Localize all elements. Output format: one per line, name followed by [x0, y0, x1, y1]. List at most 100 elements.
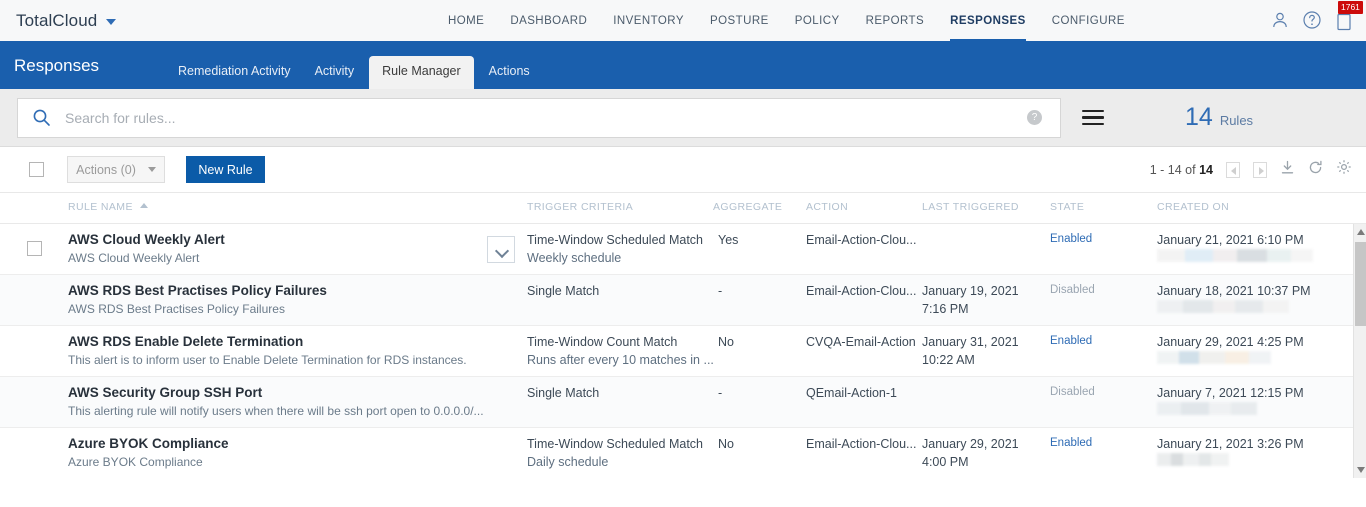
- pagination-text: 1 - 14 of 14: [1150, 163, 1213, 177]
- download-icon[interactable]: [1280, 160, 1295, 180]
- column-label-rule-name: RULE NAME: [68, 201, 133, 213]
- trigger-criteria: Time-Window Scheduled Match: [527, 233, 703, 247]
- scroll-up-icon[interactable]: [1357, 229, 1365, 235]
- table-row[interactable]: AWS RDS Best Practises Policy Failures A…: [0, 275, 1366, 326]
- sort-ascending-icon: [139, 203, 148, 208]
- rule-description: This alert is to inform user to Enable D…: [68, 353, 467, 367]
- settings-gear-icon[interactable]: [1336, 159, 1352, 180]
- brand-menu[interactable]: TotalCloud: [0, 10, 117, 31]
- search-help-icon[interactable]: ?: [1027, 110, 1042, 125]
- notifications-icon[interactable]: 1761: [1334, 0, 1363, 32]
- rule-name[interactable]: AWS RDS Best Practises Policy Failures: [68, 283, 327, 298]
- pagination-total: 14: [1199, 162, 1213, 177]
- rule-name[interactable]: AWS RDS Enable Delete Termination: [68, 334, 303, 349]
- trigger-criteria-sub: Runs after every 10 matches in ...: [527, 353, 714, 367]
- redacted-text: [1157, 453, 1229, 466]
- created-on-value: January 21, 2021 3:26 PM: [1157, 437, 1304, 451]
- tab-remediation-activity[interactable]: Remediation Activity: [166, 64, 303, 89]
- aggregate-value: Yes: [718, 233, 739, 247]
- nav-item-inventory[interactable]: INVENTORY: [613, 0, 684, 43]
- page-subheader: Responses Remediation Activity Activity …: [0, 44, 1366, 89]
- table-body: AWS Cloud Weekly Alert AWS Cloud Weekly …: [0, 223, 1366, 478]
- rule-count-label: Rules: [1219, 113, 1254, 128]
- chevron-down-icon[interactable]: [106, 19, 117, 25]
- nav-item-posture[interactable]: POSTURE: [710, 0, 769, 43]
- last-triggered-time: 4:00 PM: [922, 455, 969, 469]
- nav-item-configure[interactable]: CONFIGURE: [1052, 0, 1125, 43]
- nav-item-dashboard[interactable]: DASHBOARD: [510, 0, 587, 43]
- actions-dropdown[interactable]: Actions (0): [67, 156, 165, 183]
- search-box[interactable]: ?: [17, 97, 1061, 138]
- trigger-criteria: Single Match: [527, 284, 600, 298]
- tab-activity[interactable]: Activity: [303, 64, 367, 89]
- help-icon[interactable]: [1302, 10, 1322, 32]
- table-row[interactable]: AWS Cloud Weekly Alert AWS Cloud Weekly …: [0, 224, 1366, 275]
- nav-item-responses[interactable]: RESPONSES: [950, 0, 1026, 43]
- user-icon[interactable]: [1270, 10, 1290, 32]
- refresh-icon[interactable]: [1308, 160, 1323, 180]
- rule-count: 14 Rules: [1185, 103, 1253, 132]
- trigger-criteria-sub: Daily schedule: [527, 455, 609, 469]
- nav-item-policy[interactable]: POLICY: [795, 0, 840, 43]
- notification-badge: 1761: [1338, 0, 1363, 14]
- last-triggered-time: 7:16 PM: [922, 302, 969, 316]
- main-navigation: HOME DASHBOARD INVENTORY POSTURE POLICY …: [448, 0, 1125, 43]
- redacted-text: [1157, 351, 1271, 364]
- rule-name[interactable]: AWS Security Group SSH Port: [68, 385, 262, 400]
- redacted-text: [1157, 300, 1289, 313]
- search-input[interactable]: [63, 108, 1027, 127]
- column-header-last-triggered[interactable]: LAST TRIGGERED: [922, 201, 1019, 213]
- scroll-down-icon[interactable]: [1357, 467, 1365, 473]
- pagination: 1 - 14 of 14: [1150, 159, 1352, 180]
- table-row[interactable]: AWS RDS Enable Delete Termination This a…: [0, 326, 1366, 377]
- last-triggered-time: 10:22 AM: [922, 353, 975, 367]
- hamburger-icon[interactable]: [1082, 109, 1104, 126]
- rule-name[interactable]: Azure BYOK Compliance: [68, 436, 229, 451]
- action-value: QEmail-Action-1: [806, 386, 897, 400]
- tab-actions[interactable]: Actions: [477, 64, 542, 89]
- rule-name[interactable]: AWS Cloud Weekly Alert: [68, 232, 225, 247]
- status-badge: Enabled: [1050, 335, 1093, 347]
- trigger-criteria: Single Match: [527, 386, 600, 400]
- vertical-scrollbar[interactable]: [1353, 224, 1366, 478]
- prev-page-icon[interactable]: [1226, 161, 1240, 178]
- chevron-down-icon[interactable]: [487, 236, 515, 263]
- status-badge: Disabled: [1050, 284, 1095, 296]
- trigger-criteria: Time-Window Scheduled Match: [527, 437, 703, 451]
- row-checkbox[interactable]: [27, 241, 42, 256]
- tab-rule-manager[interactable]: Rule Manager: [369, 56, 474, 89]
- last-triggered-date: January 29, 2021: [922, 437, 1019, 451]
- select-all-checkbox[interactable]: [29, 162, 44, 177]
- search-icon: [32, 108, 51, 127]
- created-on-value: January 21, 2021 6:10 PM: [1157, 233, 1304, 247]
- column-header-aggregate[interactable]: AGGREGATE: [713, 201, 782, 213]
- column-header-rule-name[interactable]: RULE NAME: [68, 201, 148, 213]
- redacted-text: [1157, 249, 1313, 262]
- table-row[interactable]: AWS Security Group SSH Port This alertin…: [0, 377, 1366, 428]
- actions-dropdown-label: Actions (0): [76, 162, 136, 177]
- search-zone: ? 14 Rules: [0, 89, 1366, 147]
- scrollbar-thumb[interactable]: [1355, 242, 1366, 326]
- chevron-down-icon: [147, 167, 156, 172]
- status-badge: Enabled: [1050, 437, 1093, 449]
- brand-name: TotalCloud: [16, 10, 98, 30]
- status-badge: Enabled: [1050, 233, 1093, 245]
- rule-description: Azure BYOK Compliance: [68, 455, 203, 469]
- page-title: Responses: [14, 56, 100, 75]
- aggregate-value: No: [718, 335, 734, 349]
- rule-count-number: 14: [1185, 103, 1213, 131]
- column-header-action[interactable]: ACTION: [806, 201, 848, 213]
- aggregate-value: -: [718, 386, 723, 400]
- last-triggered-date: January 19, 2021: [922, 284, 1019, 298]
- nav-item-reports[interactable]: REPORTS: [866, 0, 925, 43]
- column-header-state[interactable]: STATE: [1050, 201, 1084, 213]
- column-header-created-on[interactable]: CREATED ON: [1157, 201, 1229, 213]
- trigger-criteria-sub: Weekly schedule: [527, 251, 622, 265]
- table-row[interactable]: Azure BYOK Compliance Azure BYOK Complia…: [0, 428, 1366, 478]
- new-rule-button[interactable]: New Rule: [186, 156, 265, 183]
- rule-description: AWS RDS Best Practises Policy Failures: [68, 302, 285, 316]
- nav-item-home[interactable]: HOME: [448, 0, 484, 43]
- column-header-trigger-criteria[interactable]: TRIGGER CRITERIA: [527, 201, 633, 213]
- action-value: Email-Action-Clou...: [806, 437, 917, 451]
- next-page-icon[interactable]: [1253, 161, 1267, 178]
